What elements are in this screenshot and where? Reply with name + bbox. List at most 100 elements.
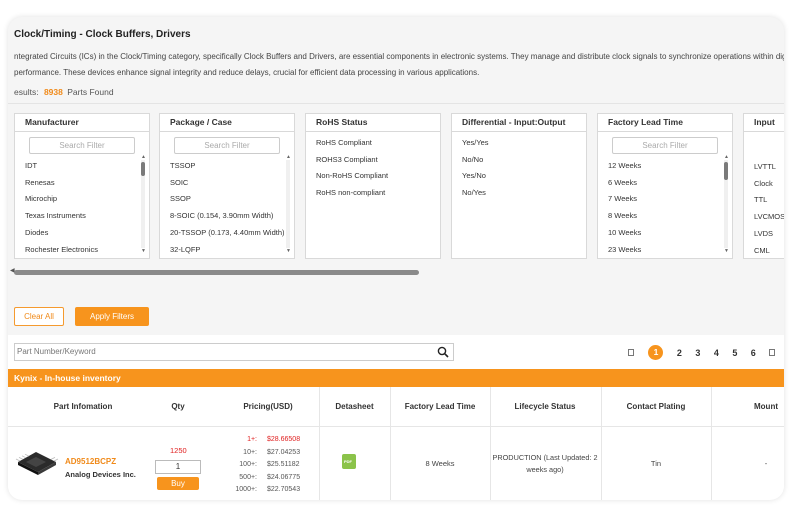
filter-title: RoHS Status [306, 114, 440, 132]
filter-options: LVTTL Clock TTL LVCMOS LVDS CML [744, 132, 784, 259]
filter-option[interactable]: LVCMOS [754, 209, 784, 226]
filter-option[interactable]: 32-LQFP [170, 242, 294, 259]
filter-option[interactable]: RoHS non-compliant [316, 185, 440, 202]
filter-search-input[interactable]: Search Filter [612, 137, 718, 154]
page-link[interactable]: 5 [732, 348, 737, 358]
results-count: 8938 [43, 87, 63, 97]
pdf-icon[interactable] [342, 454, 356, 469]
filter-option[interactable]: 23 Weeks [608, 242, 732, 259]
filter-differential: Differential - Input:Output Yes/Yes No/N… [451, 113, 587, 259]
price-break: 1+: $28.66508 [221, 436, 321, 449]
filter-option[interactable]: 8 Weeks [608, 208, 732, 225]
col-lead-time: Factory Lead Time [404, 402, 476, 411]
filter-option[interactable]: TTL [754, 192, 784, 209]
part-number-link[interactable]: AD9512BCPZ [65, 457, 116, 466]
filter-option[interactable]: Yes/No [462, 168, 586, 185]
quantity-input[interactable]: 1 [155, 460, 201, 474]
table-header: Part Infomation Qty Pricing(USD) Detashe… [8, 387, 784, 427]
filter-options: RoHS Compliant ROHS3 Compliant Non-RoHS … [306, 132, 440, 202]
apply-filters-button[interactable]: Apply Filters [75, 307, 149, 326]
filter-scrollbar[interactable] [286, 160, 290, 248]
filter-title: Factory Lead Time [598, 114, 732, 132]
page-current[interactable]: 1 [648, 345, 664, 361]
page-link[interactable]: 3 [695, 348, 700, 358]
price-value: $27.04253 [267, 448, 301, 456]
buy-button[interactable]: Buy [157, 477, 199, 490]
price-value: $24.06775 [267, 473, 301, 481]
scroll-thumb[interactable] [141, 162, 145, 176]
filter-option[interactable]: 6 Weeks [608, 175, 732, 192]
col-mount: Mount [754, 402, 778, 411]
results-suffix: Parts Found [67, 87, 114, 97]
filter-factory-lead-time: Factory Lead Time Search Filter 12 Weeks… [597, 113, 733, 259]
filter-option[interactable]: 8-SOIC (0.154, 3.90mm Width) [170, 208, 294, 225]
price-qty: 500+: [239, 473, 257, 481]
page-link[interactable]: 2 [677, 348, 682, 358]
search-icon[interactable] [437, 346, 449, 358]
filter-panel: Manufacturer Search Filter IDT Renesas M… [8, 113, 784, 263]
manufacturer-name: Analog Devices Inc. [65, 470, 136, 479]
horizontal-scrollbar[interactable] [14, 270, 419, 275]
page-link[interactable]: 6 [751, 348, 756, 358]
scroll-down-icon[interactable]: ▼ [724, 248, 729, 254]
clear-all-button[interactable]: Clear All [14, 307, 64, 326]
filter-option[interactable]: Diodes [25, 225, 149, 242]
filter-option[interactable]: Non-RoHS Compliant [316, 168, 440, 185]
filter-option[interactable]: LVDS [754, 226, 784, 243]
filter-option[interactable]: Yes/Yes [462, 135, 586, 152]
part-search-input[interactable]: Part Number/Keyword [14, 343, 454, 361]
scroll-down-icon[interactable]: ▼ [141, 248, 146, 254]
lead-time-value: 8 Weeks [425, 459, 455, 468]
filter-option[interactable]: SSOP [170, 191, 294, 208]
filter-option[interactable]: No/Yes [462, 185, 586, 202]
filter-scrollbar[interactable] [724, 160, 728, 248]
filter-options: TSSOP SOIC SSOP 8-SOIC (0.154, 3.90mm Wi… [160, 154, 294, 258]
col-lifecycle: Lifecycle Status [514, 402, 576, 411]
lifecycle-value: PRODUCTION (Last Updated: 2 weeks ago) [492, 453, 598, 474]
filter-search-input[interactable]: Search Filter [174, 137, 280, 154]
filter-option[interactable]: ROHS3 Compliant [316, 152, 440, 169]
page-title: Clock/Timing - Clock Buffers, Drivers [14, 29, 191, 40]
filter-options: IDT Renesas Microchip Texas Instruments … [15, 154, 149, 258]
filter-input: Input LVTTL Clock TTL LVCMOS LVDS CML [743, 113, 784, 259]
ellipsis-icon [769, 349, 776, 357]
filter-option[interactable]: RoHS Compliant [316, 135, 440, 152]
filter-package-case: Package / Case Search Filter TSSOP SOIC … [159, 113, 295, 259]
col-pricing: Pricing(USD) [243, 402, 293, 411]
filter-scrollbar[interactable] [141, 160, 145, 248]
filter-option[interactable]: 20-TSSOP (0.173, 4.40mm Width) [170, 225, 294, 242]
price-qty: 1000+: [235, 486, 257, 493]
price-value: $25.51182 [267, 461, 300, 468]
filter-option[interactable]: Renesas [25, 175, 149, 192]
filter-option[interactable]: Rochester Electronics [25, 242, 149, 259]
scroll-thumb[interactable] [724, 162, 728, 180]
inventory-bar: Kynix - In-house inventory [8, 369, 784, 387]
part-search-placeholder: Part Number/Keyword [17, 347, 96, 356]
plating-value: Tin [650, 459, 662, 468]
filter-option[interactable]: Texas Instruments [25, 208, 149, 225]
filter-option[interactable]: LVTTL [754, 159, 784, 176]
filter-option[interactable]: Microchip [25, 191, 149, 208]
filter-rohs-status: RoHS Status RoHS Compliant ROHS3 Complia… [305, 113, 441, 259]
filter-option[interactable]: No/No [462, 152, 586, 169]
filter-option[interactable]: 7 Weeks [608, 191, 732, 208]
results-label: esults: [14, 87, 39, 97]
filter-search-input[interactable]: Search Filter [29, 137, 135, 154]
divider [8, 103, 784, 104]
filter-option[interactable]: 12 Weeks [608, 158, 732, 175]
prev-page-icon[interactable] [628, 349, 634, 357]
filter-option[interactable]: 10 Weeks [608, 225, 732, 242]
filter-option[interactable]: Clock [754, 176, 784, 193]
price-qty: 10+: [243, 448, 257, 456]
filter-title: Package / Case [160, 114, 294, 132]
filter-option[interactable]: IDT [25, 158, 149, 175]
page-content: Clock/Timing - Clock Buffers, Drivers nt… [8, 17, 784, 500]
scroll-down-icon[interactable]: ▼ [286, 248, 291, 254]
filter-option[interactable]: CML [754, 243, 784, 260]
col-plating: Contact Plating [626, 402, 686, 411]
price-break: 10+: $27.04253 [221, 449, 321, 462]
filter-option[interactable]: TSSOP [170, 158, 294, 175]
filter-option[interactable]: SOIC [170, 175, 294, 192]
page-link[interactable]: 4 [714, 348, 719, 358]
filter-title: Manufacturer [15, 114, 149, 132]
